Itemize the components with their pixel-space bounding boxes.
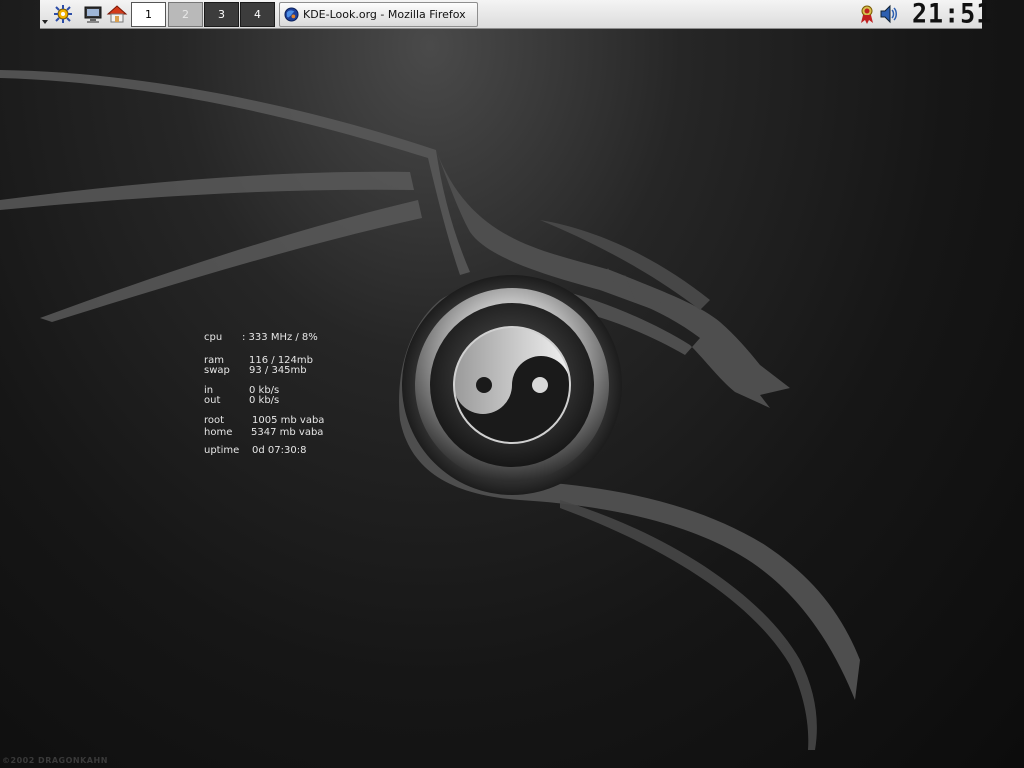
yin-yang-icon <box>453 326 571 444</box>
monitor-label: cpu <box>204 332 223 343</box>
kde-gear-icon <box>54 5 72 23</box>
firefox-globe-icon <box>284 7 299 22</box>
wallpaper-credit: ©2002 DRAGONKAHN <box>2 756 108 765</box>
desktop-wallpaper[interactable] <box>0 0 1024 768</box>
show-desktop-button[interactable] <box>82 4 104 24</box>
monitor-value: 93 / 345mb <box>249 365 307 376</box>
dragon-wing-low <box>40 200 422 322</box>
monitor-icon <box>84 6 102 23</box>
dragon-tail <box>560 500 817 750</box>
monitor-value: 1005 mb vaba <box>252 415 325 426</box>
home-icon <box>106 5 128 23</box>
pager-desktop-4[interactable]: 4 <box>240 2 275 27</box>
monitor-label: swap <box>204 365 230 376</box>
home-button[interactable] <box>106 4 128 24</box>
volume-tray[interactable] <box>878 3 900 25</box>
dragon-wing-mid <box>0 171 414 210</box>
taskbar-item-label: KDE-Look.org - Mozilla Firefox <box>303 8 466 21</box>
monitor-value: 0 kb/s <box>249 395 280 406</box>
monitor-label: home <box>204 427 233 438</box>
monitor-label: out <box>204 395 221 406</box>
monitor-value: : 333 MHz / 8% <box>242 332 318 343</box>
panel-clock[interactable]: 21:51 <box>912 0 991 29</box>
monitor-value: 5347 mb vaba <box>251 427 324 438</box>
monitor-label: uptime <box>204 445 240 456</box>
monitor-value: 0d 07:30:8 <box>252 445 307 456</box>
monitor-label: root <box>204 415 225 426</box>
pager-desktop-1[interactable]: 1 <box>131 2 166 27</box>
klipper-tray[interactable] <box>856 3 878 25</box>
kicker-panel: 1 2 3 4 KDE-Look.org - Mozilla Firefox 2… <box>40 0 991 29</box>
speaker-icon <box>880 4 897 24</box>
taskbar-item-firefox[interactable]: KDE-Look.org - Mozilla Firefox <box>279 2 478 27</box>
pager-desktop-2[interactable]: 2 <box>168 2 203 27</box>
kmenu-button[interactable] <box>52 4 74 24</box>
kmenu-arrow-icon <box>42 20 48 24</box>
klipper-icon <box>861 5 873 24</box>
pager-desktop-3[interactable]: 3 <box>204 2 239 27</box>
